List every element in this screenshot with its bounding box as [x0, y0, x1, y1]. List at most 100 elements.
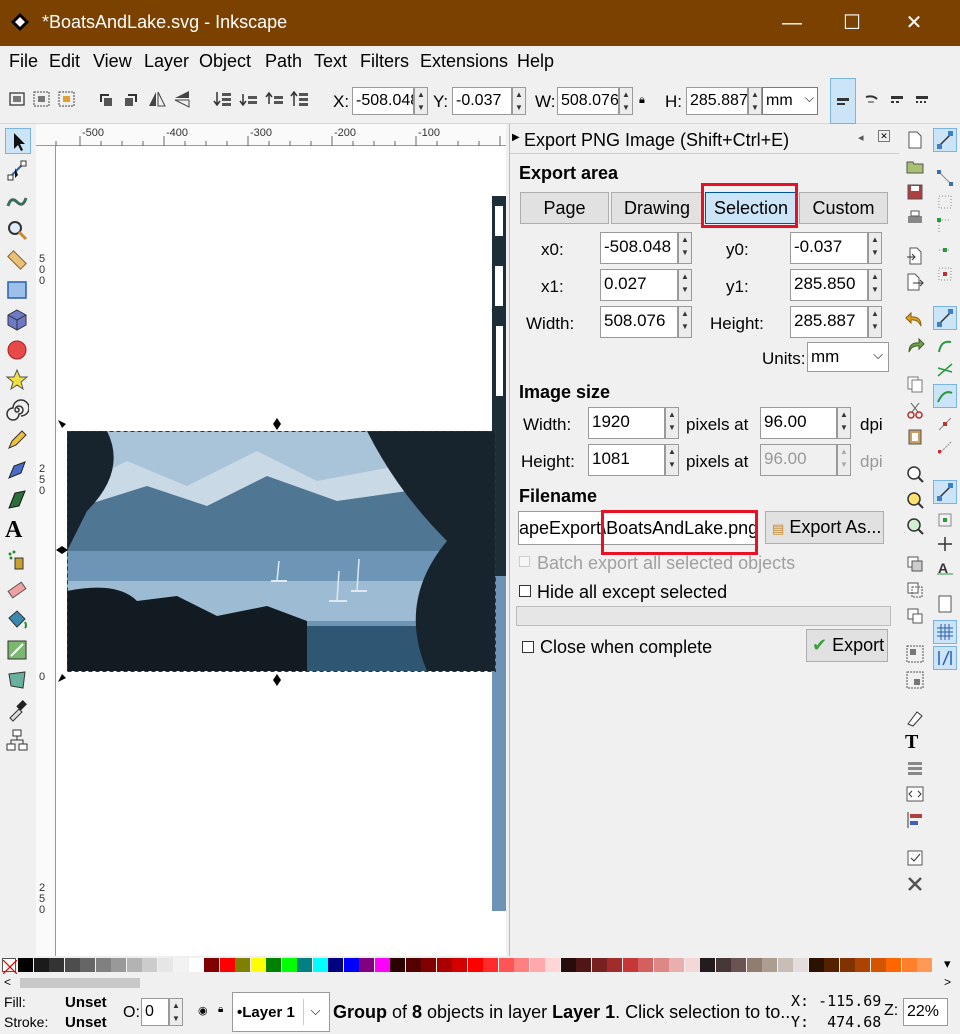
open-icon[interactable]: [905, 156, 925, 176]
undo-icon[interactable]: [905, 310, 925, 330]
duplicate-icon[interactable]: [905, 554, 925, 574]
palette-swatch[interactable]: [731, 958, 746, 972]
snap-rotation-center-icon[interactable]: [935, 534, 955, 554]
3d-box-tool-icon[interactable]: [5, 308, 31, 334]
zoom-tool-icon[interactable]: [5, 218, 31, 244]
palette-swatch[interactable]: [452, 958, 467, 972]
scale-stroke-toggle[interactable]: [830, 78, 856, 124]
menu-object[interactable]: Object: [199, 51, 251, 72]
copy-icon[interactable]: [905, 374, 925, 394]
menu-text[interactable]: Text: [314, 51, 347, 72]
x1-input[interactable]: 0.027: [600, 269, 678, 301]
palette-swatch[interactable]: [359, 958, 374, 972]
palette-swatch[interactable]: [607, 958, 622, 972]
print-icon[interactable]: [905, 208, 925, 228]
palette-swatch[interactable]: [467, 958, 483, 972]
measure-tool-icon[interactable]: [5, 248, 31, 274]
move-gradients-toggle-icon[interactable]: [886, 88, 908, 110]
align-distribute-icon[interactable]: [905, 810, 925, 830]
menu-file[interactable]: File: [9, 51, 38, 72]
dpi-x-input[interactable]: 96.00: [760, 407, 837, 439]
snap-midpoints-icon[interactable]: [935, 438, 955, 458]
snap-bbox-edge-icon[interactable]: [935, 192, 955, 212]
gradient-tool-icon[interactable]: [5, 638, 31, 664]
palette-swatch[interactable]: [529, 958, 545, 972]
image-height-spinner[interactable]: ▲ ▼: [665, 444, 679, 476]
palette-swatch[interactable]: [49, 958, 64, 972]
node-tool-icon[interactable]: [5, 158, 31, 184]
paint-bucket-tool-icon[interactable]: [5, 608, 31, 634]
palette-swatch[interactable]: [343, 958, 359, 972]
area-custom-button[interactable]: Custom: [799, 192, 888, 224]
zoom-drawing-icon[interactable]: [905, 490, 925, 510]
snap-bbox-midpoint-icon[interactable]: [935, 240, 955, 260]
spiral-tool-icon[interactable]: [5, 398, 31, 424]
hide-all-checkbox[interactable]: [519, 585, 531, 597]
palette-swatch[interactable]: [142, 958, 157, 972]
palette-swatch[interactable]: [514, 958, 529, 972]
connector-tool-icon[interactable]: [5, 728, 31, 754]
units-select[interactable]: mm ⌵: [807, 342, 889, 372]
palette-swatch[interactable]: [126, 958, 142, 972]
close-dialog-icon[interactable]: ✕: [878, 130, 890, 142]
snap-intersections-icon[interactable]: [935, 360, 955, 380]
palette-swatch[interactable]: [746, 958, 762, 972]
eraser-tool-icon[interactable]: [5, 578, 31, 604]
snap-others-icon[interactable]: [933, 480, 957, 504]
palette-swatch[interactable]: [157, 958, 173, 972]
save-icon[interactable]: [905, 182, 925, 202]
iconify-dialog-icon[interactable]: ◂: [858, 131, 864, 144]
dpi-x-spinner[interactable]: ▲ ▼: [837, 407, 851, 439]
snap-guide-icon[interactable]: [933, 646, 957, 670]
palette-swatch[interactable]: [173, 958, 188, 972]
x0-spinner[interactable]: ▲ ▼: [678, 232, 692, 264]
text-tool-icon[interactable]: A: [5, 518, 31, 544]
palette-swatch[interactable]: [483, 958, 498, 972]
palette-swatch[interactable]: [777, 958, 793, 972]
palette-swatch[interactable]: [80, 958, 95, 972]
h-input[interactable]: 285.887: [686, 87, 748, 115]
export-as-button[interactable]: ▤ Export As...: [765, 511, 884, 544]
rotate-cw-icon[interactable]: [120, 88, 142, 110]
palette-swatch[interactable]: [808, 958, 824, 972]
pencil-tool-icon[interactable]: [5, 428, 31, 454]
palette-swatch[interactable]: [250, 958, 266, 972]
palette-swatch[interactable]: [188, 958, 204, 972]
snap-smooth-nodes-icon[interactable]: [935, 414, 955, 434]
raise-icon[interactable]: [264, 88, 286, 110]
image-height-input[interactable]: 1081: [588, 444, 665, 476]
width-input[interactable]: 508.076: [600, 306, 678, 338]
palette-swatch[interactable]: [421, 958, 436, 972]
raise-to-top-icon[interactable]: [289, 88, 311, 110]
dropper-tool-icon[interactable]: [5, 698, 31, 724]
menu-edit[interactable]: Edit: [49, 51, 80, 72]
palette-swatch[interactable]: [219, 958, 235, 972]
document-properties-icon[interactable]: [905, 874, 925, 894]
snap-paths-icon[interactable]: [935, 336, 955, 356]
export-button[interactable]: ✔ Export: [806, 629, 888, 662]
palette-swatch[interactable]: [33, 958, 49, 972]
x1-spinner[interactable]: ▲ ▼: [678, 269, 692, 301]
text-font-icon[interactable]: T: [905, 732, 925, 752]
snap-bbox-corner-icon[interactable]: [935, 216, 955, 236]
palette-swatch[interactable]: [669, 958, 684, 972]
palette-swatch[interactable]: [560, 958, 576, 972]
height-spinner[interactable]: ▲ ▼: [868, 306, 882, 338]
paste-icon[interactable]: [905, 426, 925, 446]
palette-swatch[interactable]: [374, 958, 390, 972]
area-drawing-button[interactable]: Drawing: [611, 192, 703, 224]
flip-horizontal-icon[interactable]: [146, 88, 168, 110]
zoom-page-icon[interactable]: [905, 516, 925, 536]
scale-corners-toggle-icon[interactable]: [861, 88, 883, 110]
layer-lock-icon[interactable]: 🔒︎: [218, 1004, 223, 1015]
fill-value[interactable]: Unset: [65, 994, 107, 1011]
move-patterns-toggle-icon[interactable]: [911, 88, 933, 110]
palette-scrollbar[interactable]: < >: [0, 974, 960, 992]
select-all-layers-icon[interactable]: [31, 88, 53, 110]
snap-text-baseline-icon[interactable]: A: [935, 558, 955, 578]
maximize-button[interactable]: ☐: [822, 0, 882, 46]
palette-swatch[interactable]: [653, 958, 669, 972]
palette-swatch[interactable]: [839, 958, 855, 972]
y1-spinner[interactable]: ▲ ▼: [868, 269, 882, 301]
import-icon[interactable]: [905, 246, 925, 266]
